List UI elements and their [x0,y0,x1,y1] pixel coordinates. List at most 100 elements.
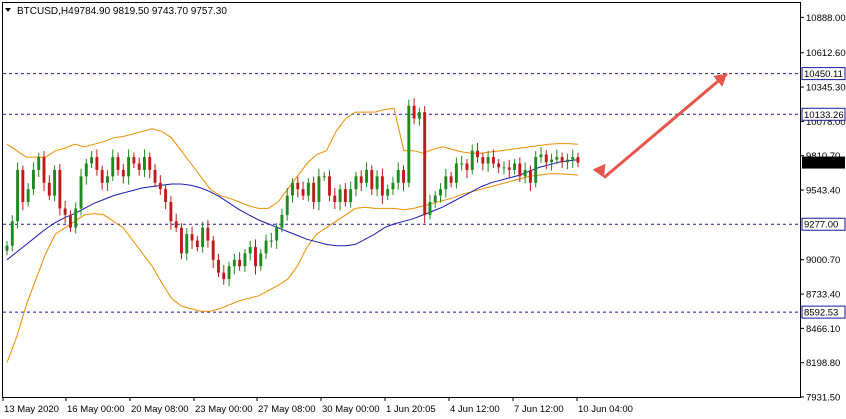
candle-body [26,189,30,203]
candle-body [486,157,490,164]
candle-body [349,189,353,203]
header-symbol: BTCUSD,H4 [17,6,74,17]
candle-body [21,169,25,203]
x-tick-label: 30 May 00:00 [322,404,380,415]
candle-body [365,169,368,183]
candle-body [491,157,495,164]
price-chart: BTCUSD,H4 9784.90 9819.50 9743.70 9757.3… [0,0,846,419]
candle-body [153,169,157,183]
y-tick-label: 7931.50 [806,393,840,404]
candle-body [338,189,342,203]
candle-body [143,157,146,170]
candle-body [259,253,263,267]
candle-body [291,182,294,196]
candle-body [47,182,51,196]
candle-body [264,240,268,254]
candle-body [560,157,564,163]
candle-body [206,227,210,241]
candle-body [296,182,300,190]
x-tick-label: 23 May 00:00 [195,404,253,415]
candle-body [523,169,527,177]
candle-body [58,169,62,209]
candle-body [174,221,178,228]
candle-body [53,169,57,196]
candle-body [84,163,88,177]
y-tick-label: 8733.40 [806,290,840,301]
candle-body [285,195,289,215]
chart-background [0,0,846,419]
candle-body [322,176,326,178]
candle-body [497,163,501,168]
candle-body [42,157,46,183]
candle-body [306,182,310,196]
candle-body [544,154,548,163]
candle-body [317,176,321,203]
candle-body [16,169,20,222]
candle-body [576,157,580,163]
candle-body [534,157,538,183]
y-tick-label: 10888.00 [806,13,846,24]
candle-body [68,214,72,228]
candle-body [423,112,427,215]
level-price-label: 10450.11 [804,69,843,80]
candle-body [476,150,480,158]
candle-body [301,189,305,196]
candle-body [354,176,358,190]
candle-body [460,163,464,165]
candle-body [333,195,337,203]
candle-body [528,169,532,183]
x-tick-label: 16 May 00:00 [67,404,125,415]
candle-body [74,208,78,228]
x-tick-label: 20 May 08:00 [131,404,189,415]
x-tick-label: 13 May 2020 [4,404,59,415]
candle-body [518,163,522,177]
candle-body [185,234,189,254]
candle-body [105,176,109,183]
candle-body [402,169,405,183]
candle-body [31,169,35,190]
candle-body [502,167,506,169]
y-tick-label: 10612.60 [806,48,846,59]
candle-body [217,259,220,273]
candle-body [417,112,421,119]
y-tick-label: 9000.70 [806,255,840,266]
candle-body [222,272,226,280]
candle-body [565,159,569,163]
candle-body [412,105,416,119]
candle-body [95,157,99,170]
level-price-label: 8592.53 [804,308,838,319]
y-tick-label: 9543.40 [806,186,840,197]
candle-body [63,208,67,215]
candle-body [5,245,9,251]
candle-body [507,167,511,170]
candle-body [370,169,374,190]
candle-body [470,150,474,170]
candle-body [169,202,173,222]
candle-body [449,176,453,183]
candle-body [254,246,257,267]
candle-body [100,169,104,183]
candle-body [238,259,242,267]
x-tick-label: 27 May 08:00 [258,404,316,415]
level-price-label: 9277.00 [804,220,838,231]
candle-body [121,169,125,177]
candle-body [513,163,517,170]
candle-body [550,159,554,163]
x-tick-label: 7 Jun 12:00 [514,404,564,415]
x-tick-label: 1 Jun 20:05 [386,404,436,415]
level-price-label: 10133.26 [804,110,844,121]
candle-body [454,163,458,183]
candle-body [111,157,115,177]
candle-body [433,195,437,203]
candle-body [158,182,162,190]
candle-body [328,176,331,196]
candle-body [90,157,94,164]
candle-body [137,163,141,170]
candle-body [571,157,575,160]
current-price-label: 9757.30 [804,158,838,169]
candle-body [195,240,199,247]
candle-body [79,176,83,209]
candle-body [248,246,252,254]
candle-body [132,157,136,164]
candle-body [555,157,559,160]
